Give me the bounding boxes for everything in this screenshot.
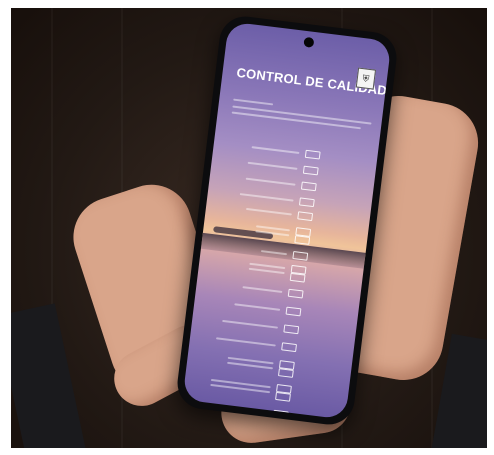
list-item-button[interactable] [275, 391, 291, 402]
photo-background: CONTROL DE CALIDAD ⛨ [11, 8, 487, 448]
quality-seal-icon: ⛨ [355, 67, 377, 90]
document-list [205, 139, 377, 420]
list-item-label [234, 303, 281, 311]
list-item-button[interactable] [302, 165, 319, 176]
page-title: CONTROL DE CALIDAD [235, 64, 388, 99]
left-sleeve [11, 303, 86, 448]
list-item-button[interactable] [298, 197, 315, 208]
list-item-label [255, 230, 290, 237]
list-item-button[interactable] [304, 149, 321, 160]
list-item-button[interactable] [297, 211, 314, 222]
list-item-label [260, 250, 288, 256]
list-item-button[interactable] [283, 324, 300, 335]
list-item-label [245, 207, 292, 216]
list-item-button[interactable] [289, 272, 306, 283]
list-item-label [216, 337, 276, 347]
list-item-button[interactable] [277, 368, 294, 378]
list-item-button[interactable] [300, 181, 317, 192]
list-item-button[interactable] [281, 342, 298, 353]
list-item-label [248, 267, 285, 275]
list-item-label [245, 177, 296, 186]
list-item-button[interactable] [292, 250, 309, 261]
list-item-button[interactable] [272, 409, 289, 420]
list-item-label [239, 193, 294, 202]
list-item-label [242, 286, 283, 293]
list-item-label [222, 319, 278, 329]
list-item-label [247, 161, 298, 170]
list-item-button[interactable] [285, 306, 302, 317]
intro-text-line [233, 98, 274, 106]
list-item-label [251, 146, 300, 154]
list-item-button[interactable] [294, 235, 311, 245]
list-item-label [205, 404, 268, 415]
list-item-button[interactable] [287, 288, 304, 299]
camera-notch [303, 36, 315, 48]
